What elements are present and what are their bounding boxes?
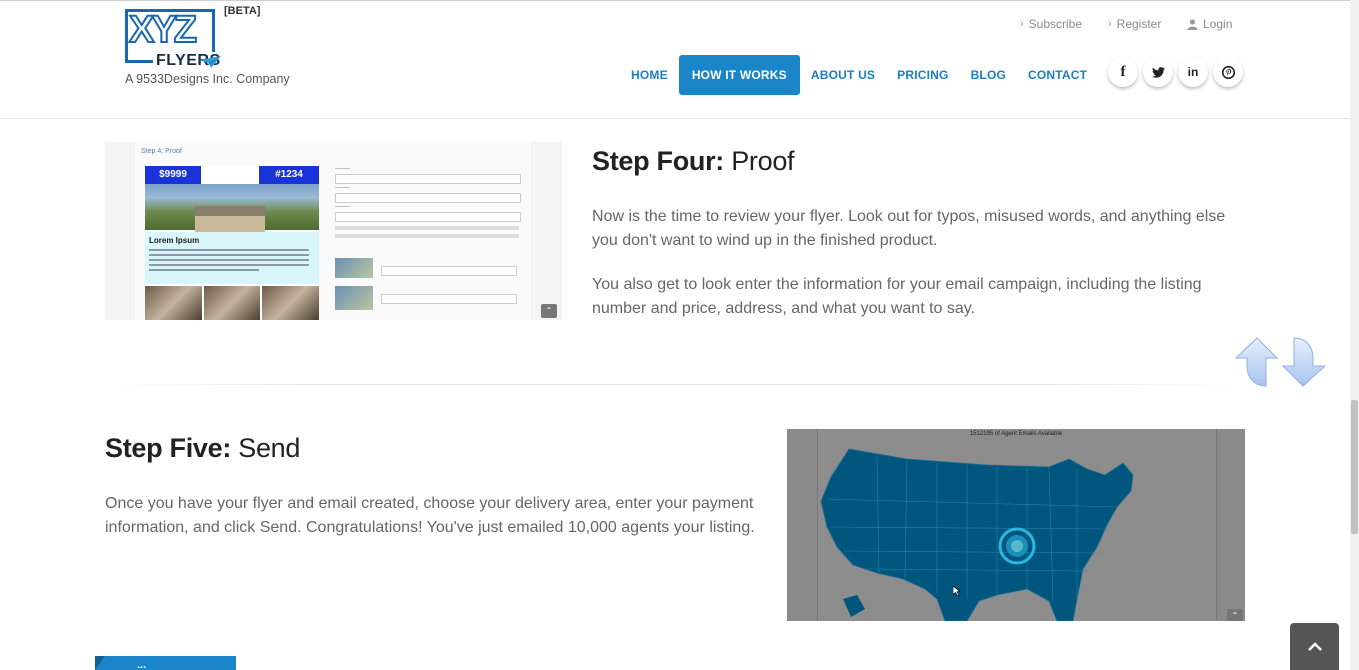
page-scrollbar-thumb[interactable] bbox=[1351, 400, 1358, 534]
facebook-icon[interactable]: f bbox=[1108, 57, 1138, 87]
step-five-paragraph: Once you have your flyer and email creat… bbox=[105, 495, 755, 536]
field-label: ――― bbox=[335, 204, 350, 210]
twitter-icon[interactable] bbox=[1143, 57, 1173, 87]
bottom-ribbon-tab[interactable]: ... bbox=[95, 656, 236, 670]
linkedin-glyph: in bbox=[1187, 65, 1199, 79]
register-label: Register bbox=[1116, 17, 1162, 31]
brand-logo[interactable]: XYZ FLYERS [BETA] A 9533Designs Inc. Com… bbox=[125, 5, 295, 89]
proof-form: ――― ――― ――― bbox=[335, 166, 525, 320]
site-header: XYZ FLYERS [BETA] A 9533Designs Inc. Com… bbox=[0, 1, 1350, 119]
facebook-glyph: f bbox=[1120, 63, 1126, 80]
preview-breadcrumb: Step 4: Proof bbox=[141, 148, 182, 155]
nav-contact[interactable]: CONTACT bbox=[1017, 55, 1098, 95]
text-line bbox=[149, 259, 309, 261]
linkedin-icon[interactable]: in bbox=[1178, 57, 1208, 87]
form-field bbox=[335, 193, 521, 203]
subscribe-link[interactable]: › Subscribe bbox=[1020, 17, 1082, 31]
field-label: ――― bbox=[335, 166, 350, 172]
map-scroll-button[interactable]: ⌃ bbox=[1227, 609, 1243, 621]
back-to-top-button[interactable] bbox=[1290, 623, 1339, 670]
mouse-cursor-icon bbox=[953, 586, 961, 596]
step-four-heading-bold: Step Four: bbox=[592, 146, 724, 176]
logo-text: XYZ bbox=[128, 9, 198, 51]
us-map[interactable] bbox=[787, 429, 1245, 621]
main-nav: HOME HOW IT WORKS ABOUT US PRICING BLOG … bbox=[620, 55, 1098, 95]
step-five-heading-rest: Send bbox=[231, 433, 301, 463]
nav-about-us[interactable]: ABOUT US bbox=[800, 55, 886, 95]
chevron-right-icon: › bbox=[1020, 18, 1024, 30]
flyer-listing-number: #1234 bbox=[259, 166, 319, 184]
preview-scroll-button[interactable]: ⌃ bbox=[541, 304, 557, 318]
register-link[interactable]: › Register bbox=[1108, 17, 1161, 31]
step-five-heading: Step Five: Send bbox=[105, 433, 300, 464]
house-photo bbox=[145, 184, 319, 240]
text-line bbox=[149, 269, 259, 271]
form-field bbox=[335, 212, 521, 222]
delivery-area-map: 1512195 of Agent Emails Available ⌃ bbox=[787, 429, 1245, 621]
nav-blog[interactable]: BLOG bbox=[960, 55, 1017, 95]
section-divider bbox=[105, 384, 1245, 385]
mini-flyer-thumb bbox=[335, 286, 373, 310]
form-field bbox=[335, 174, 521, 184]
flyer-price: $9999 bbox=[145, 166, 201, 184]
chevron-up-icon bbox=[1307, 642, 1322, 651]
step-five-heading-bold: Step Five: bbox=[105, 433, 232, 463]
util-link-register-wrap: › Register bbox=[1108, 17, 1161, 31]
user-icon bbox=[1187, 18, 1198, 30]
form-field bbox=[381, 266, 517, 276]
social-links: f in bbox=[1108, 57, 1243, 87]
login-link[interactable]: Login bbox=[1187, 17, 1232, 31]
ribbon-label: ... bbox=[137, 659, 147, 670]
util-link-subscribe-wrap: › Subscribe bbox=[1020, 17, 1082, 31]
pinterest-glyph bbox=[1221, 65, 1235, 79]
nav-home[interactable]: HOME bbox=[620, 55, 679, 95]
company-tagline: A 9533Designs Inc. Company bbox=[125, 72, 290, 86]
text-line bbox=[149, 254, 309, 256]
nav-how-it-works[interactable]: HOW IT WORKS bbox=[678, 55, 800, 95]
flyer-preview: $9999 #1234 Lorem Ipsum bbox=[145, 166, 320, 320]
step-four-paragraph-2: You also get to look enter the informati… bbox=[592, 276, 1202, 317]
proof-form-preview: Step 4: Proof $9999 #1234 Lorem Ipsum ――… bbox=[135, 142, 531, 320]
text-line bbox=[149, 264, 309, 266]
subscribe-label: Subscribe bbox=[1028, 17, 1083, 31]
text-line bbox=[149, 249, 309, 251]
util-link-login-wrap: Login bbox=[1187, 17, 1232, 31]
chevron-right-icon: › bbox=[1108, 18, 1112, 30]
flyer-thumbnails bbox=[145, 286, 320, 320]
ribbon-fold bbox=[95, 656, 105, 670]
step-four-heading: Step Four: Proof bbox=[592, 146, 795, 177]
flyer-heading: Lorem Ipsum bbox=[149, 236, 200, 245]
beta-badge: [BETA] bbox=[224, 5, 261, 17]
login-label: Login bbox=[1203, 17, 1233, 31]
refresh-arrows-icon[interactable] bbox=[1233, 336, 1329, 388]
flyer-description: Lorem Ipsum bbox=[145, 232, 319, 284]
form-helptext bbox=[335, 226, 519, 230]
step-four-screenshot: Step 4: Proof $9999 #1234 Lorem Ipsum ――… bbox=[105, 142, 562, 320]
twitter-glyph bbox=[1151, 66, 1165, 78]
step-four-heading-rest: Proof bbox=[724, 146, 795, 176]
mini-flyer-thumb bbox=[335, 258, 373, 278]
page-scrollbar[interactable] bbox=[1350, 0, 1359, 670]
field-label: ――― bbox=[335, 185, 350, 191]
paper-plane-icon bbox=[199, 56, 221, 68]
nav-pricing[interactable]: PRICING bbox=[886, 55, 959, 95]
pinterest-icon[interactable] bbox=[1213, 57, 1243, 87]
form-helptext bbox=[335, 234, 519, 238]
form-field bbox=[381, 294, 517, 304]
step-four-paragraph-1: Now is the time to review your flyer. Lo… bbox=[592, 208, 1226, 249]
